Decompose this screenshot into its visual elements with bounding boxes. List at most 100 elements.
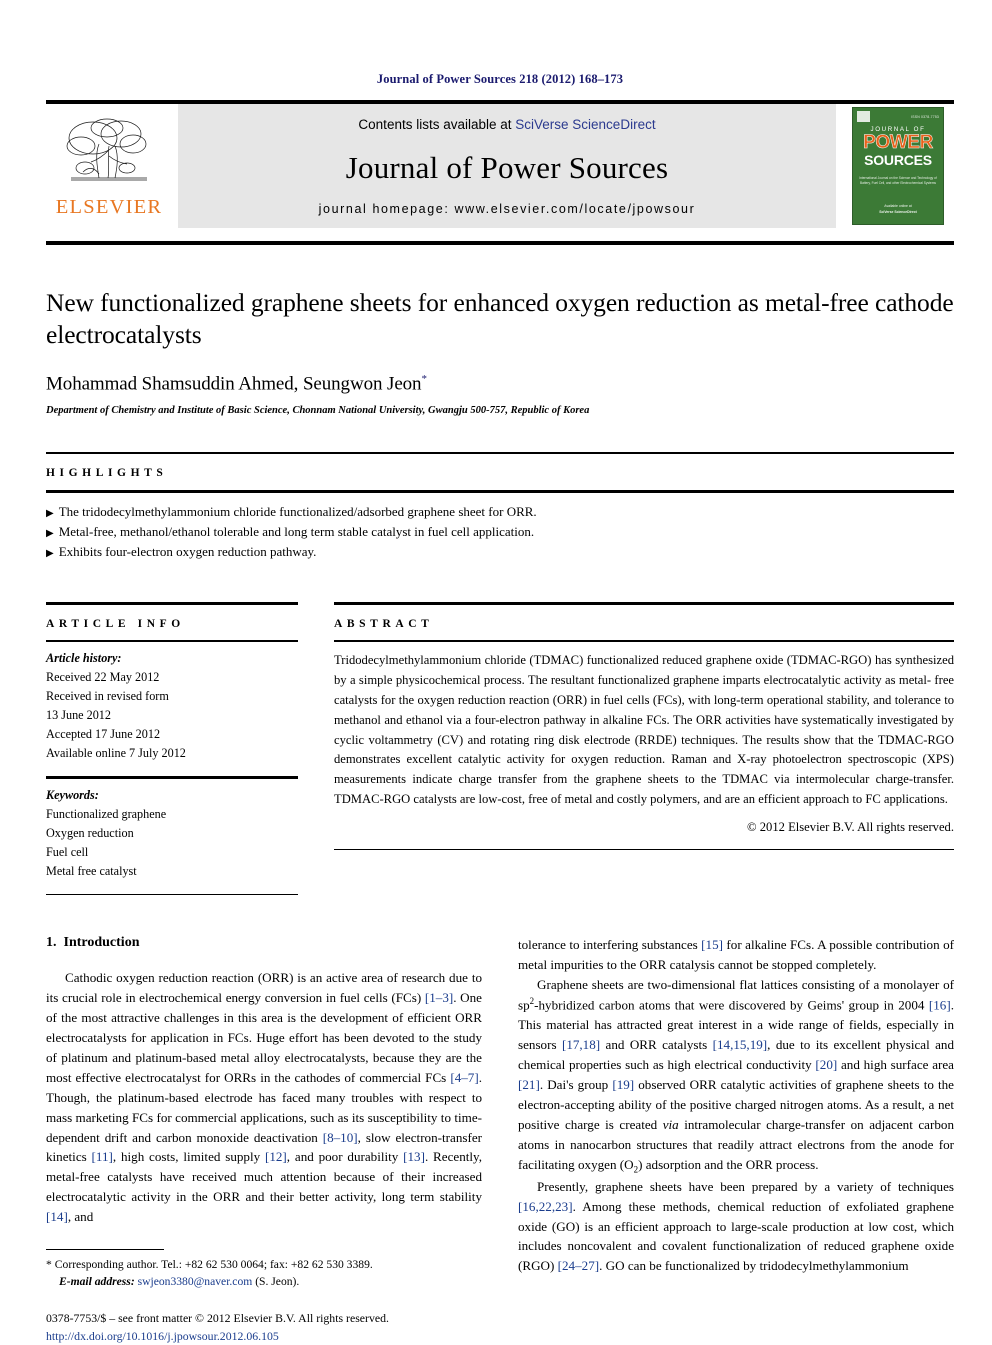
contents-prefix: Contents lists available at [358,116,516,132]
article-history-title: Article history: [46,651,122,665]
citation-ref[interactable]: [21] [518,1077,540,1092]
email-link[interactable]: swjeon3380@naver.com [138,1275,253,1288]
para-text: . Dai's group [539,1077,613,1093]
para-text: . GO can be functionalized by tridodecyl… [599,1258,909,1274]
intro-paragraph-left: Cathodic oxygen reduction reaction (ORR)… [46,968,482,1227]
abstract-column: ABSTRACT Tridodecylmethylammonium chlori… [334,602,954,895]
journal-title: Journal of Power Sources [345,149,669,185]
info-top-rule [46,602,298,605]
highlights-section: HIGHLIGHTS ▶ The tridodecylmethylammonium… [46,451,954,562]
corresponding-author-marker: * [421,373,427,386]
abstract-top-rule [334,602,954,605]
doi-link[interactable]: http://dx.doi.org/10.1016/j.jpowsour.201… [46,1328,482,1345]
front-matter-block: 0378-7753/$ – see front matter © 2012 El… [46,1310,482,1345]
front-matter-line: 0378-7753/$ – see front matter © 2012 El… [46,1310,389,1325]
intro-paragraph-right-2: Graphene sheets are two-dimensional flat… [518,975,954,1177]
keywords-title: Keywords: [46,787,99,802]
citation-ref[interactable]: [24–27] [558,1258,599,1273]
citation-ref[interactable]: [17,18] [562,1037,600,1052]
intro-paragraph-right-3: Presently, graphene sheets have been pre… [518,1177,954,1276]
para-text: Cathodic oxygen reduction reaction (ORR)… [46,970,482,1006]
via-italic: via [662,1116,679,1132]
affiliation: Department of Chemistry and Institute of… [46,404,590,416]
masthead-bottom-rule [46,241,954,245]
footnote-block: * Corresponding author. Tel.: +82 62 530 … [46,1249,482,1345]
history-line: Received 22 May 2012 [46,669,160,684]
para-text: ) adsorption and the ORR process. [638,1156,819,1172]
citation-ref[interactable]: [15] [701,937,723,952]
citation-ref[interactable]: [13] [403,1149,425,1164]
citation-ref[interactable]: [12] [265,1149,287,1164]
cover-power-word: POWER [863,132,934,153]
citation-ref[interactable]: [19] [612,1077,634,1092]
footnote-rule [46,1249,164,1251]
corresponding-text: Corresponding author. Tel.: +82 62 530 0… [54,1258,373,1272]
cover-elsevier-badge-icon [857,111,870,122]
body-column-gutter [482,935,518,1345]
citation-ref[interactable]: [16,22,23] [518,1199,573,1214]
email-label: E-mail address: [59,1275,135,1289]
journal-cover-thumbnail: ISSN 0378-7753 JOURNAL OF POWER SOURCES … [842,104,954,228]
citation-ref[interactable]: [11] [92,1149,113,1164]
info-abstract-row: ARTICLE INFO Article history: Received 2… [46,602,954,896]
highlight-text: Metal-free, methanol/ethanol tolerable a… [58,523,535,539]
bullet-arrow-icon: ▶ [46,507,54,519]
citation-ref[interactable]: [8–10] [323,1130,358,1145]
history-line: Accepted 17 June 2012 [46,726,161,741]
masthead: ELSEVIER Contents lists available at Sci… [46,104,954,228]
abstract-copyright: © 2012 Elsevier B.V. All rights reserved… [747,820,954,835]
column-gutter [298,602,334,895]
para-text: -hybridized carbon atoms that were disco… [534,997,929,1013]
highlights-bottom-rule [46,490,954,493]
title-block: New functionalized graphene sheets for e… [46,287,954,416]
author-list: Mohammad Shamsuddin Ahmed, Seungwon Jeon… [46,373,954,395]
page-title: New functionalized graphene sheets for e… [46,288,954,350]
section-number: 1. [46,935,57,951]
highlights-top-rule [46,451,954,455]
section-title-text: Introduction [63,935,140,951]
article-history-block: Article history: Received 22 May 2012 Re… [46,642,298,762]
history-line: Received in revised form [46,688,169,703]
keyword-item: Oxygen reduction [46,825,134,840]
cover-top-row: ISSN 0378-7753 [853,108,943,123]
elsevier-wordmark: ELSEVIER [55,196,163,219]
citation-ref[interactable]: [16] [929,998,951,1013]
para-text: Presently, graphene sheets have been pre… [537,1178,954,1194]
citation-ref[interactable]: [14] [46,1209,68,1224]
keywords-block: Keywords: Functionalized graphene Oxygen… [46,779,298,881]
author-names: Mohammad Shamsuddin Ahmed, Seungwon Jeon [46,373,422,395]
journal-panel: Contents lists available at SciVerse Sci… [178,104,836,228]
journal-homepage[interactable]: journal homepage: www.elsevier.com/locat… [319,202,696,216]
section-heading-introduction: 1. Introduction [46,935,482,951]
article-info-label: ARTICLE INFO [46,617,185,630]
highlight-item: ▶ The tridodecylmethylammonium chloride f… [46,502,954,522]
keyword-item: Metal free catalyst [46,863,137,878]
footnote-star: * [46,1258,52,1272]
email-note: E-mail address: swjeon3380@naver.com (S.… [46,1273,482,1290]
corresponding-author-note: * Corresponding author. Tel.: +82 62 530 … [46,1256,482,1273]
email-suffix: (S. Jeon). [255,1275,300,1289]
elsevier-tree-icon [66,118,147,181]
para-text: and high surface area [837,1057,954,1073]
keyword-item: Fuel cell [46,844,89,859]
highlight-item: ▶ Exhibits four-electron oxygen reduction… [46,542,954,562]
citation-ref[interactable]: [1–3] [425,990,453,1005]
contents-available-line: Contents lists available at SciVerse Sci… [358,117,655,132]
cover-sources-word: SOURCES [864,152,932,169]
article-info-column: ARTICLE INFO Article history: Received 2… [46,602,298,896]
keywords-bottom-rule [46,894,298,896]
sciencedirect-link[interactable]: SciVerse ScienceDirect [515,117,655,132]
para-text: , and poor durability [286,1149,404,1165]
citation-ref[interactable]: [20] [815,1057,837,1072]
running-head: Journal of Power Sources 218 (2012) 168–… [376,72,624,86]
citation-ref[interactable]: [14,15,19] [713,1037,768,1052]
para-text: , high costs, limited supply [112,1149,265,1165]
cover-art: ISSN 0378-7753 JOURNAL OF POWER SOURCES … [852,107,944,225]
para-text: tolerance to interfering substances [518,937,702,953]
cover-issn: ISSN 0378-7753 [911,114,939,119]
highlight-text: Exhibits four-electron oxygen reduction … [58,543,317,559]
bullet-arrow-icon: ▶ [46,527,54,539]
citation-ref[interactable]: [4–7] [450,1070,478,1085]
para-text: , and [67,1209,94,1225]
highlights-label: HIGHLIGHTS [46,467,168,480]
